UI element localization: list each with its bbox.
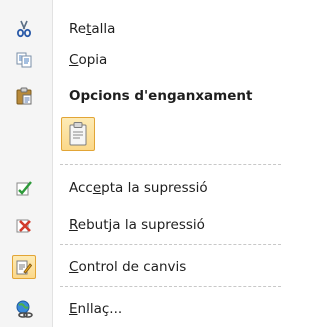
menu-item-label: Rebutja la supressió bbox=[69, 217, 205, 233]
clipboard-icon bbox=[15, 87, 33, 105]
menu-separator bbox=[60, 164, 281, 165]
track-changes-icon bbox=[12, 255, 36, 279]
reject-deletion-icon bbox=[15, 216, 33, 234]
copy-icon bbox=[15, 51, 33, 69]
menu-item-label: Copia bbox=[69, 52, 108, 68]
paste-icon bbox=[69, 122, 87, 146]
accept-deletion-icon bbox=[15, 179, 33, 197]
paste-options-header: Opcions d'enganxament bbox=[0, 81, 281, 112]
menu-separator bbox=[60, 244, 281, 245]
context-menu: Retalla Copia Opcions d'enganxament Acce… bbox=[0, 0, 281, 327]
hyperlink-icon bbox=[15, 300, 33, 318]
menu-item-label: Accepta la supressió bbox=[69, 180, 208, 196]
paste-options-label: Opcions d'enganxament bbox=[69, 88, 253, 104]
menu-item-accept-deletion[interactable]: Accepta la supressió bbox=[0, 173, 281, 204]
menu-item-hyperlink[interactable]: Enllaç... bbox=[0, 294, 281, 325]
menu-item-label: Control de canvis bbox=[69, 259, 187, 275]
menu-item-label: Retalla bbox=[69, 21, 116, 37]
menu-item-cut[interactable]: Retalla bbox=[0, 14, 281, 45]
menu-item-track-changes[interactable]: Control de canvis bbox=[0, 252, 281, 283]
menu-item-copy[interactable]: Copia bbox=[0, 45, 281, 76]
scissors-icon bbox=[15, 20, 33, 38]
menu-item-reject-deletion[interactable]: Rebutja la supressió bbox=[0, 210, 281, 241]
menu-item-label: Enllaç... bbox=[69, 301, 123, 317]
paste-keep-formatting-button[interactable] bbox=[61, 117, 95, 151]
menu-separator bbox=[60, 286, 281, 287]
